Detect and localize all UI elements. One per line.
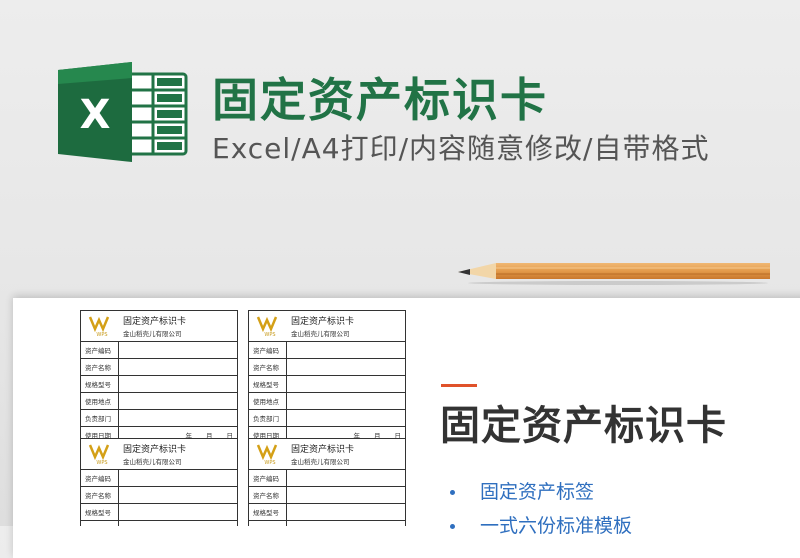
field-label: 负责部门: [81, 410, 119, 426]
field-label: 负责部门: [249, 410, 287, 426]
field-label: 资产编码: [249, 342, 287, 358]
card-header: WPS 固定资产标识卡 金山稻壳儿有限公司: [81, 311, 237, 342]
card-title: 固定资产标识卡: [123, 317, 187, 327]
card-title: 固定资产标识卡: [291, 317, 355, 327]
accent-bar: [441, 384, 477, 387]
feature-item: 一式六份标准模板: [450, 512, 632, 546]
card-row: 规格型号: [249, 376, 405, 393]
card-row: 资产编码: [81, 470, 237, 487]
field-value[interactable]: [287, 504, 405, 520]
field-value[interactable]: [287, 521, 405, 526]
field-value[interactable]: [119, 410, 237, 426]
field-label: 使用地点: [81, 521, 119, 526]
field-value[interactable]: [119, 342, 237, 358]
card-grid: WPS 固定资产标识卡 金山稻壳儿有限公司 资产编码 资产名称 规格型号 使用地…: [80, 310, 410, 526]
field-label: 资产编码: [249, 470, 287, 486]
field-value[interactable]: [287, 359, 405, 375]
asset-card: WPS 固定资产标识卡 金山稻壳儿有限公司 资产编码 资产名称 规格型号 使用地…: [80, 310, 238, 444]
asset-card: WPS 固定资产标识卡 金山稻壳儿有限公司 资产编码 资产名称 规格型号 使用地…: [248, 438, 406, 526]
svg-text:WPS: WPS: [96, 460, 107, 465]
field-value[interactable]: [119, 359, 237, 375]
card-title: 固定资产标识卡: [123, 445, 187, 455]
svg-text:WPS: WPS: [96, 332, 107, 337]
svg-text:WPS: WPS: [264, 332, 275, 337]
field-value[interactable]: [119, 376, 237, 392]
field-value[interactable]: [119, 393, 237, 409]
card-title: 固定资产标识卡: [291, 445, 355, 455]
wps-logo-icon: WPS: [256, 444, 278, 465]
asset-card: WPS 固定资产标识卡 金山稻壳儿有限公司 资产编码 资产名称 规格型号 使用地…: [248, 310, 406, 444]
card-row: 资产名称: [81, 487, 237, 504]
card-row: 资产编码: [249, 342, 405, 359]
card-row: 规格型号: [81, 504, 237, 521]
field-label: 资产名称: [81, 487, 119, 503]
field-value[interactable]: [119, 521, 237, 526]
field-label: 规格型号: [81, 376, 119, 392]
main-title: 固定资产标识卡: [440, 403, 727, 449]
card-row: 使用地点: [81, 521, 237, 526]
field-value[interactable]: [119, 470, 237, 486]
field-label: 规格型号: [81, 504, 119, 520]
svg-text:X: X: [80, 92, 111, 138]
card-company: 金山稻壳儿有限公司: [291, 330, 350, 338]
field-label: 使用地点: [249, 393, 287, 409]
field-value[interactable]: [287, 376, 405, 392]
card-header: WPS 固定资产标识卡 金山稻壳儿有限公司: [249, 439, 405, 470]
card-row: 负责部门: [81, 410, 237, 427]
field-label: 使用地点: [81, 393, 119, 409]
field-label: 资产名称: [81, 359, 119, 375]
asset-card: WPS 固定资产标识卡 金山稻壳儿有限公司 资产编码 资产名称 规格型号 使用地…: [80, 438, 238, 526]
pencil-icon: [458, 263, 770, 285]
feature-item: 固定资产标签: [450, 478, 632, 512]
card-header: WPS 固定资产标识卡 金山稻壳儿有限公司: [249, 311, 405, 342]
field-label: 资产编码: [81, 342, 119, 358]
field-label: 规格型号: [249, 376, 287, 392]
wps-logo-icon: WPS: [88, 444, 110, 465]
field-value[interactable]: [119, 504, 237, 520]
feature-list: 固定资产标签 一式六份标准模板: [450, 478, 632, 546]
card-header: WPS 固定资产标识卡 金山稻壳儿有限公司: [81, 439, 237, 470]
excel-logo-icon: X: [58, 62, 188, 162]
card-row: 负责部门: [249, 410, 405, 427]
field-value[interactable]: [287, 410, 405, 426]
card-company: 金山稻壳儿有限公司: [123, 458, 182, 466]
card-row: 资产编码: [249, 470, 405, 487]
card-row: 使用地点: [249, 393, 405, 410]
card-row: 使用地点: [81, 393, 237, 410]
field-label: 规格型号: [249, 504, 287, 520]
field-label: 使用地点: [249, 521, 287, 526]
field-value[interactable]: [287, 470, 405, 486]
card-row: 规格型号: [81, 376, 237, 393]
field-value[interactable]: [287, 393, 405, 409]
page-title: 固定资产标识卡: [212, 73, 548, 127]
wps-logo-icon: WPS: [88, 316, 110, 337]
field-value[interactable]: [119, 487, 237, 503]
card-row: 资产编码: [81, 342, 237, 359]
field-label: 资产名称: [249, 359, 287, 375]
card-row: 规格型号: [249, 504, 405, 521]
page-subtitle: Excel/A4打印/内容随意修改/自带格式: [212, 132, 710, 165]
field-label: 资产编码: [81, 470, 119, 486]
wps-logo-icon: WPS: [256, 316, 278, 337]
card-company: 金山稻壳儿有限公司: [291, 458, 350, 466]
field-value[interactable]: [287, 342, 405, 358]
field-value[interactable]: [287, 487, 405, 503]
field-label: 资产名称: [249, 487, 287, 503]
card-row: 资产名称: [249, 359, 405, 376]
card-row: 使用地点: [249, 521, 405, 526]
card-row: 资产名称: [249, 487, 405, 504]
svg-text:WPS: WPS: [264, 460, 275, 465]
card-company: 金山稻壳儿有限公司: [123, 330, 182, 338]
card-row: 资产名称: [81, 359, 237, 376]
